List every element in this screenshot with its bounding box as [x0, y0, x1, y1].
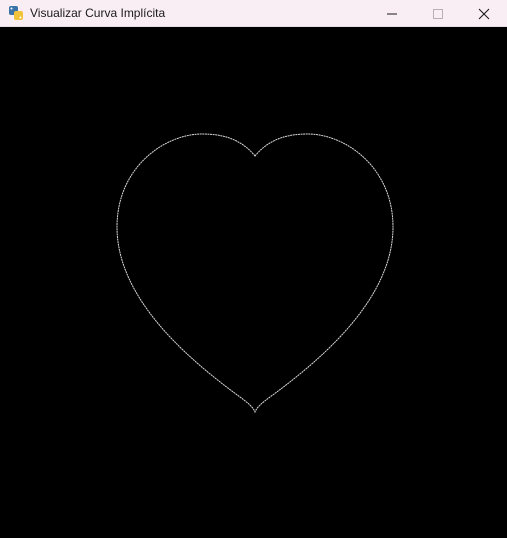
title-bar[interactable]: Visualizar Curva Implícita: [0, 0, 507, 27]
close-button[interactable]: [461, 0, 507, 27]
heart-curve: [116, 133, 394, 414]
window-title: Visualizar Curva Implícita: [30, 6, 166, 20]
window-controls: [369, 0, 507, 27]
canvas-svg: [116, 133, 394, 414]
minimize-icon: [387, 13, 397, 14]
python-icon: [9, 6, 23, 20]
plot-canvas: [0, 27, 507, 538]
app-window: Visualizar Curva Implícita: [0, 0, 507, 538]
minimize-button[interactable]: [369, 0, 415, 27]
close-icon: [478, 8, 490, 19]
maximize-button[interactable]: [415, 0, 461, 27]
maximize-icon: [433, 8, 443, 19]
